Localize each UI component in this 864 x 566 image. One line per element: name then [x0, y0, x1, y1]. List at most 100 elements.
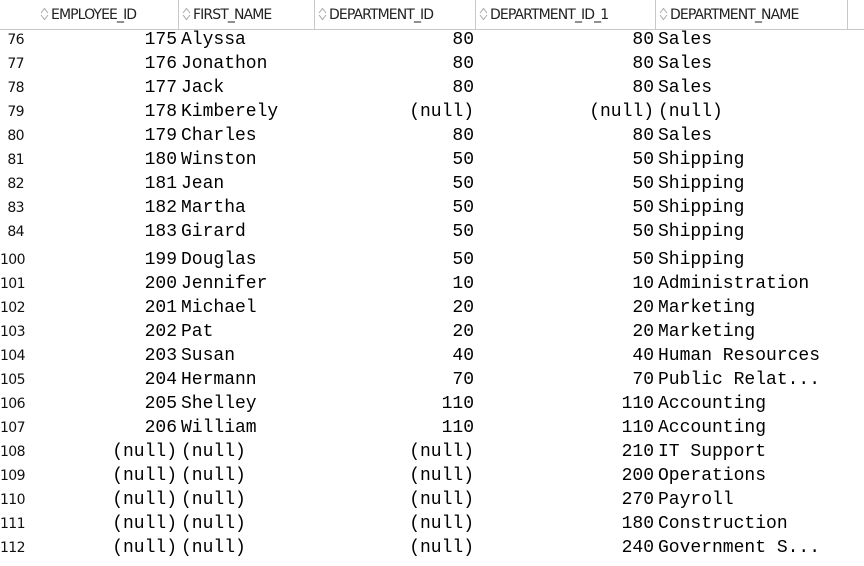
- cell-employee-id[interactable]: 182: [37, 196, 179, 220]
- cell-department-id[interactable]: 10: [315, 272, 476, 296]
- cell-first-name[interactable]: Jennifer: [179, 272, 315, 296]
- table-row[interactable]: 102 201 Michael 20 20 Marketing: [0, 296, 864, 320]
- cell-first-name[interactable]: Jean: [179, 172, 315, 196]
- column-header-department-id[interactable]: DEPARTMENT_ID: [315, 0, 476, 29]
- cell-department-id-1[interactable]: 210: [476, 440, 656, 464]
- cell-employee-id[interactable]: 183: [37, 220, 179, 244]
- cell-department-id-1[interactable]: 50: [476, 248, 656, 272]
- column-header-department-name[interactable]: DEPARTMENT_NAME: [656, 0, 848, 29]
- cell-department-name[interactable]: Accounting: [656, 392, 848, 416]
- row-number[interactable]: 80: [0, 124, 37, 148]
- cell-department-id-1[interactable]: 20: [476, 296, 656, 320]
- cell-first-name[interactable]: (null): [179, 464, 315, 488]
- cell-department-id[interactable]: 50: [315, 248, 476, 272]
- table-row[interactable]: 103 202 Pat 20 20 Marketing: [0, 320, 864, 344]
- cell-department-name[interactable]: Accounting: [656, 416, 848, 440]
- cell-employee-id[interactable]: 202: [37, 320, 179, 344]
- row-number[interactable]: 100: [0, 248, 37, 272]
- cell-first-name[interactable]: (null): [179, 536, 315, 560]
- cell-department-name[interactable]: Operations: [656, 464, 848, 488]
- cell-department-name[interactable]: Sales: [656, 124, 848, 148]
- table-row[interactable]: 82 181 Jean 50 50 Shipping: [0, 172, 864, 196]
- cell-employee-id[interactable]: 204: [37, 368, 179, 392]
- table-row[interactable]: 83 182 Martha 50 50 Shipping: [0, 196, 864, 220]
- table-row[interactable]: 78 177 Jack 80 80 Sales: [0, 76, 864, 100]
- row-number[interactable]: 107: [0, 416, 37, 440]
- cell-department-id-1[interactable]: 270: [476, 488, 656, 512]
- cell-department-id[interactable]: (null): [315, 100, 476, 124]
- cell-department-id[interactable]: 50: [315, 172, 476, 196]
- cell-department-id[interactable]: 80: [315, 76, 476, 100]
- table-row[interactable]: 80 179 Charles 80 80 Sales: [0, 124, 864, 148]
- table-row[interactable]: 108 (null) (null) (null) 210 IT Support: [0, 440, 864, 464]
- cell-employee-id[interactable]: 181: [37, 172, 179, 196]
- cell-first-name[interactable]: Charles: [179, 124, 315, 148]
- cell-department-id[interactable]: (null): [315, 464, 476, 488]
- cell-department-id[interactable]: 80: [315, 52, 476, 76]
- cell-first-name[interactable]: Hermann: [179, 368, 315, 392]
- row-number[interactable]: 112: [0, 536, 37, 560]
- cell-department-id-1[interactable]: 80: [476, 124, 656, 148]
- cell-department-name[interactable]: Administration: [656, 272, 848, 296]
- cell-department-id-1[interactable]: 80: [476, 28, 656, 52]
- table-row[interactable]: 107 206 William 110 110 Accounting: [0, 416, 864, 440]
- cell-department-id-1[interactable]: 70: [476, 368, 656, 392]
- cell-department-id-1[interactable]: 20: [476, 320, 656, 344]
- cell-first-name[interactable]: Martha: [179, 196, 315, 220]
- table-row[interactable]: 106 205 Shelley 110 110 Accounting: [0, 392, 864, 416]
- cell-employee-id[interactable]: 203: [37, 344, 179, 368]
- cell-first-name[interactable]: Susan: [179, 344, 315, 368]
- table-row[interactable]: 100 199 Douglas 50 50 Shipping: [0, 248, 864, 272]
- cell-department-id-1[interactable]: (null): [476, 100, 656, 124]
- column-header-first-name[interactable]: FIRST_NAME: [179, 0, 315, 29]
- cell-department-name[interactable]: Payroll: [656, 488, 848, 512]
- cell-department-name[interactable]: Shipping: [656, 248, 848, 272]
- cell-employee-id[interactable]: (null): [37, 512, 179, 536]
- cell-department-name[interactable]: Government S...: [656, 536, 848, 560]
- cell-employee-id[interactable]: 176: [37, 52, 179, 76]
- row-number[interactable]: 111: [0, 512, 37, 536]
- cell-first-name[interactable]: (null): [179, 488, 315, 512]
- table-row[interactable]: 81 180 Winston 50 50 Shipping: [0, 148, 864, 172]
- cell-department-id-1[interactable]: 50: [476, 148, 656, 172]
- table-row[interactable]: 84 183 Girard 50 50 Shipping: [0, 220, 864, 244]
- cell-employee-id[interactable]: (null): [37, 440, 179, 464]
- cell-department-name[interactable]: Marketing: [656, 320, 848, 344]
- row-number[interactable]: 79: [0, 100, 37, 124]
- cell-department-id-1[interactable]: 50: [476, 220, 656, 244]
- cell-department-id[interactable]: 110: [315, 416, 476, 440]
- row-number[interactable]: 82: [0, 172, 37, 196]
- cell-department-id-1[interactable]: 200: [476, 464, 656, 488]
- cell-first-name[interactable]: Pat: [179, 320, 315, 344]
- row-number[interactable]: 77: [0, 52, 37, 76]
- cell-first-name[interactable]: Jonathon: [179, 52, 315, 76]
- cell-department-id[interactable]: 50: [315, 220, 476, 244]
- table-row[interactable]: 79 178 Kimberely (null) (null) (null): [0, 100, 864, 124]
- cell-department-name[interactable]: Construction: [656, 512, 848, 536]
- row-number[interactable]: 102: [0, 296, 37, 320]
- cell-employee-id[interactable]: 177: [37, 76, 179, 100]
- cell-first-name[interactable]: Winston: [179, 148, 315, 172]
- cell-department-id-1[interactable]: 10: [476, 272, 656, 296]
- cell-employee-id[interactable]: (null): [37, 464, 179, 488]
- cell-employee-id[interactable]: 206: [37, 416, 179, 440]
- row-number[interactable]: 81: [0, 148, 37, 172]
- cell-first-name[interactable]: Douglas: [179, 248, 315, 272]
- cell-department-name[interactable]: (null): [656, 100, 848, 124]
- cell-department-id[interactable]: 70: [315, 368, 476, 392]
- cell-department-name[interactable]: Human Resources: [656, 344, 848, 368]
- cell-department-name[interactable]: Marketing: [656, 296, 848, 320]
- cell-department-name[interactable]: IT Support: [656, 440, 848, 464]
- cell-first-name[interactable]: Alyssa: [179, 28, 315, 52]
- table-row[interactable]: 111 (null) (null) (null) 180 Construction: [0, 512, 864, 536]
- row-number[interactable]: 103: [0, 320, 37, 344]
- cell-employee-id[interactable]: 199: [37, 248, 179, 272]
- row-number[interactable]: 106: [0, 392, 37, 416]
- row-number[interactable]: 84: [0, 220, 37, 244]
- table-row[interactable]: 109 (null) (null) (null) 200 Operations: [0, 464, 864, 488]
- cell-department-id-1[interactable]: 110: [476, 392, 656, 416]
- cell-first-name[interactable]: Jack: [179, 76, 315, 100]
- cell-department-id-1[interactable]: 240: [476, 536, 656, 560]
- cell-department-id[interactable]: 50: [315, 196, 476, 220]
- cell-employee-id[interactable]: (null): [37, 488, 179, 512]
